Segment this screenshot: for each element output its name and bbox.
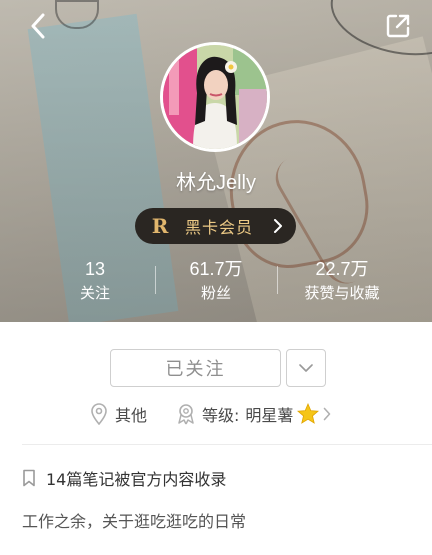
avatar-photo	[163, 45, 267, 149]
more-options-button[interactable]	[286, 349, 326, 387]
stat-likes-collects[interactable]: 22.7万 获赞与收藏	[290, 258, 394, 304]
official-collection-text: 14篇笔记被官方内容收录	[46, 470, 227, 489]
vip-label: 黑卡会员	[185, 218, 254, 237]
stat-likes-label: 获赞与收藏	[304, 284, 380, 302]
vip-r-icon: R	[151, 214, 169, 238]
stat-divider	[277, 266, 278, 294]
official-collection[interactable]: 14篇笔记被官方内容收录	[22, 466, 226, 490]
chevron-right-icon	[324, 407, 331, 421]
star-icon	[297, 403, 320, 424]
share-icon	[386, 14, 410, 38]
level-medal-icon	[178, 404, 194, 425]
location-text: 其他	[115, 406, 148, 425]
profile-info-row: 其他 等级: 明星薯	[0, 400, 432, 430]
bio: 工作之余，关于逛吃逛吃的日常	[22, 512, 247, 531]
chevron-right-icon	[274, 219, 282, 233]
back-arrow-icon	[31, 13, 45, 39]
following-button[interactable]: 已关注	[110, 349, 281, 387]
username: 林允Jelly	[175, 172, 256, 194]
avatar[interactable]	[160, 42, 270, 152]
stat-following-value: 13	[84, 259, 106, 279]
level-value: 明星薯	[245, 406, 294, 425]
location-pin-icon	[91, 403, 107, 425]
bookmark-icon	[23, 469, 35, 487]
share-button[interactable]	[380, 8, 416, 44]
stats-row: 13 关注 61.7万 粉丝 22.7万 获赞与收藏	[0, 258, 432, 308]
stat-following[interactable]: 13 关注	[62, 258, 128, 304]
stat-divider	[155, 266, 156, 294]
profile-header: 林允Jelly R 黑卡会员 13 关注 61.7万 粉丝 22.7万 获赞与收…	[0, 0, 432, 322]
level-label: 等级:	[202, 406, 240, 425]
stat-following-label: 关注	[79, 284, 110, 302]
stat-likes-value: 22.7万	[315, 259, 369, 279]
location: 其他	[90, 402, 147, 426]
chevron-down-icon	[299, 364, 313, 372]
vip-badge[interactable]: R 黑卡会员	[135, 208, 296, 244]
section-divider	[22, 444, 432, 445]
stat-followers-value: 61.7万	[189, 259, 243, 279]
stat-followers-label: 粉丝	[200, 284, 231, 302]
stat-followers[interactable]: 61.7万 粉丝	[170, 258, 262, 304]
back-button[interactable]	[20, 8, 56, 44]
user-level[interactable]: 等级: 明星薯	[176, 402, 331, 426]
